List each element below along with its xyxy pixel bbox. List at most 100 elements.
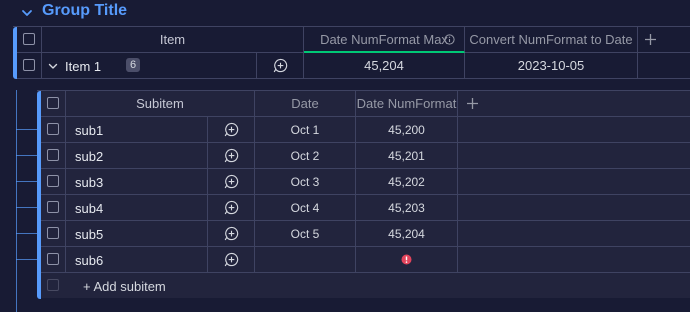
subitem-date-cell[interactable] <box>255 247 356 273</box>
column-header-item[interactable]: Item <box>42 27 304 53</box>
subitem-checkbox[interactable] <box>47 175 59 187</box>
subitem-numformat-cell[interactable]: 45,202 <box>356 169 458 195</box>
column-header-date-numformat-max-label: Date NumFormat Max <box>320 31 448 47</box>
subitem-date: Oct 3 <box>290 174 320 189</box>
subitem-date: Oct 5 <box>290 226 320 241</box>
column-header-convert-label: Convert NumFormat to Date <box>469 32 633 47</box>
subitem-updates-cell[interactable] <box>208 117 255 143</box>
subitem-date-cell[interactable]: Oct 1 <box>255 117 356 143</box>
select-all-checkbox[interactable] <box>23 33 35 45</box>
subitem-add-column-button[interactable] <box>458 91 690 117</box>
subitem-updates-cell[interactable] <box>208 195 255 221</box>
subitems-table: Subitem Date Date NumFormat sub1 Oct 1 45,… <box>37 90 690 299</box>
column-header-subitem-label: Subitem <box>136 96 184 111</box>
subitem-checkbox[interactable] <box>47 123 59 135</box>
subitem-name[interactable]: sub3 <box>75 175 103 190</box>
subitem-checkbox[interactable] <box>47 253 59 265</box>
subitem-count-badge[interactable]: 6 <box>126 58 141 72</box>
subitem-checkbox[interactable] <box>47 201 59 213</box>
subitem-name[interactable]: sub5 <box>75 227 103 242</box>
subitem-tree-line <box>16 90 17 312</box>
empty-cell <box>638 53 690 79</box>
add-subitem-row: + Add subitem <box>41 273 690 299</box>
subitem-checkbox[interactable] <box>47 149 59 161</box>
add-update-icon <box>224 252 238 267</box>
group-header: Group Title <box>0 0 690 26</box>
subitem-checkbox[interactable] <box>47 227 59 239</box>
subitem-name[interactable]: sub6 <box>75 253 103 268</box>
column-header-convert[interactable]: Convert NumFormat to Date <box>465 27 638 53</box>
subitem-numformat-cell[interactable]: 45,201 <box>356 143 458 169</box>
column-header-date-numformat[interactable]: Date NumFormat <box>356 91 458 117</box>
add-update-icon <box>224 200 238 215</box>
subitem-name-cell[interactable]: sub5 <box>66 221 208 247</box>
column-header-item-label: Item <box>159 32 186 47</box>
subitem-updates-cell[interactable] <box>208 169 255 195</box>
subitem-select-cell <box>41 143 66 169</box>
item-checkbox[interactable] <box>23 59 35 71</box>
plus-icon <box>645 34 656 45</box>
subitem-tree-branch <box>16 155 38 156</box>
subitem-date-cell[interactable]: Oct 5 <box>255 221 356 247</box>
subitem-name-cell[interactable]: sub2 <box>66 143 208 169</box>
subitem-tree-branch <box>16 233 38 234</box>
subitem-numformat-cell[interactable]: 45,200 <box>356 117 458 143</box>
subitem-numformat-cell[interactable] <box>356 247 458 273</box>
subitem-updates-cell[interactable] <box>208 221 255 247</box>
subitem-numformat: 45,204 <box>388 226 425 241</box>
subitem-numformat: 45,200 <box>388 122 425 137</box>
item-updates-cell[interactable] <box>257 53 304 79</box>
subitem-name-cell[interactable]: sub6 <box>66 247 208 273</box>
main-table: Item Date NumFormat Max Convert NumForma… <box>13 26 690 79</box>
subitem-numformat-cell[interactable]: 45,203 <box>356 195 458 221</box>
item-select-cell <box>17 53 42 79</box>
subitem-select-cell <box>41 117 66 143</box>
column-header-date-numformat-max[interactable]: Date NumFormat Max <box>304 27 465 53</box>
add-update-icon <box>224 226 238 241</box>
subitem-date-cell[interactable]: Oct 2 <box>255 143 356 169</box>
item-name-cell[interactable]: Item 1 6 <box>42 53 257 79</box>
item-name[interactable]: Item 1 <box>65 59 101 74</box>
subitem-select-cell <box>41 247 66 273</box>
group-title[interactable]: Group Title <box>42 2 127 20</box>
subitem-select-all-checkbox[interactable] <box>47 97 59 109</box>
subitem-tree-branch <box>16 129 38 130</box>
add-update-icon <box>224 122 238 137</box>
chevron-down-icon[interactable] <box>47 60 59 72</box>
column-header-date-numformat-label: Date NumFormat <box>356 96 457 111</box>
subitem-select-cell <box>41 221 66 247</box>
empty-cell <box>458 221 690 247</box>
subitem-date-cell[interactable]: Oct 4 <box>255 195 356 221</box>
add-column-button[interactable] <box>638 27 690 53</box>
subitem-tree-branch <box>16 207 38 208</box>
subitem-name-cell[interactable]: sub1 <box>66 117 208 143</box>
subitem-updates-cell[interactable] <box>208 247 255 273</box>
subitem-date-cell[interactable]: Oct 3 <box>255 169 356 195</box>
subitem-date: Oct 1 <box>290 122 320 137</box>
subitem-numformat: 45,201 <box>388 148 425 163</box>
info-icon[interactable] <box>444 34 455 45</box>
add-update-icon <box>273 58 287 73</box>
column-header-subitem[interactable]: Subitem <box>66 91 255 117</box>
subitem-select-cell <box>41 195 66 221</box>
subitem-name[interactable]: sub2 <box>75 149 103 164</box>
date-numformat-max-cell[interactable]: 45,204 <box>304 53 465 79</box>
empty-cell <box>458 117 690 143</box>
subitem-updates-cell[interactable] <box>208 143 255 169</box>
subitem-numformat: 45,202 <box>388 174 425 189</box>
error-icon <box>401 254 412 265</box>
subitem-name[interactable]: sub1 <box>75 123 103 138</box>
empty-cell <box>458 169 690 195</box>
column-header-date[interactable]: Date <box>255 91 356 117</box>
subitem-select-all-cell <box>41 91 66 117</box>
subitem-name[interactable]: sub4 <box>75 201 103 216</box>
converted-date-value: 2023-10-05 <box>517 58 585 73</box>
subitem-name-cell[interactable]: sub3 <box>66 169 208 195</box>
chevron-down-icon[interactable] <box>20 6 34 20</box>
add-subitem-button[interactable]: + Add subitem <box>83 279 166 294</box>
subitem-name-cell[interactable]: sub4 <box>66 195 208 221</box>
converted-date-cell[interactable]: 2023-10-05 <box>465 53 638 79</box>
add-subitem-checkbox <box>47 279 59 291</box>
subitem-date: Oct 2 <box>290 148 320 163</box>
subitem-numformat-cell[interactable]: 45,204 <box>356 221 458 247</box>
